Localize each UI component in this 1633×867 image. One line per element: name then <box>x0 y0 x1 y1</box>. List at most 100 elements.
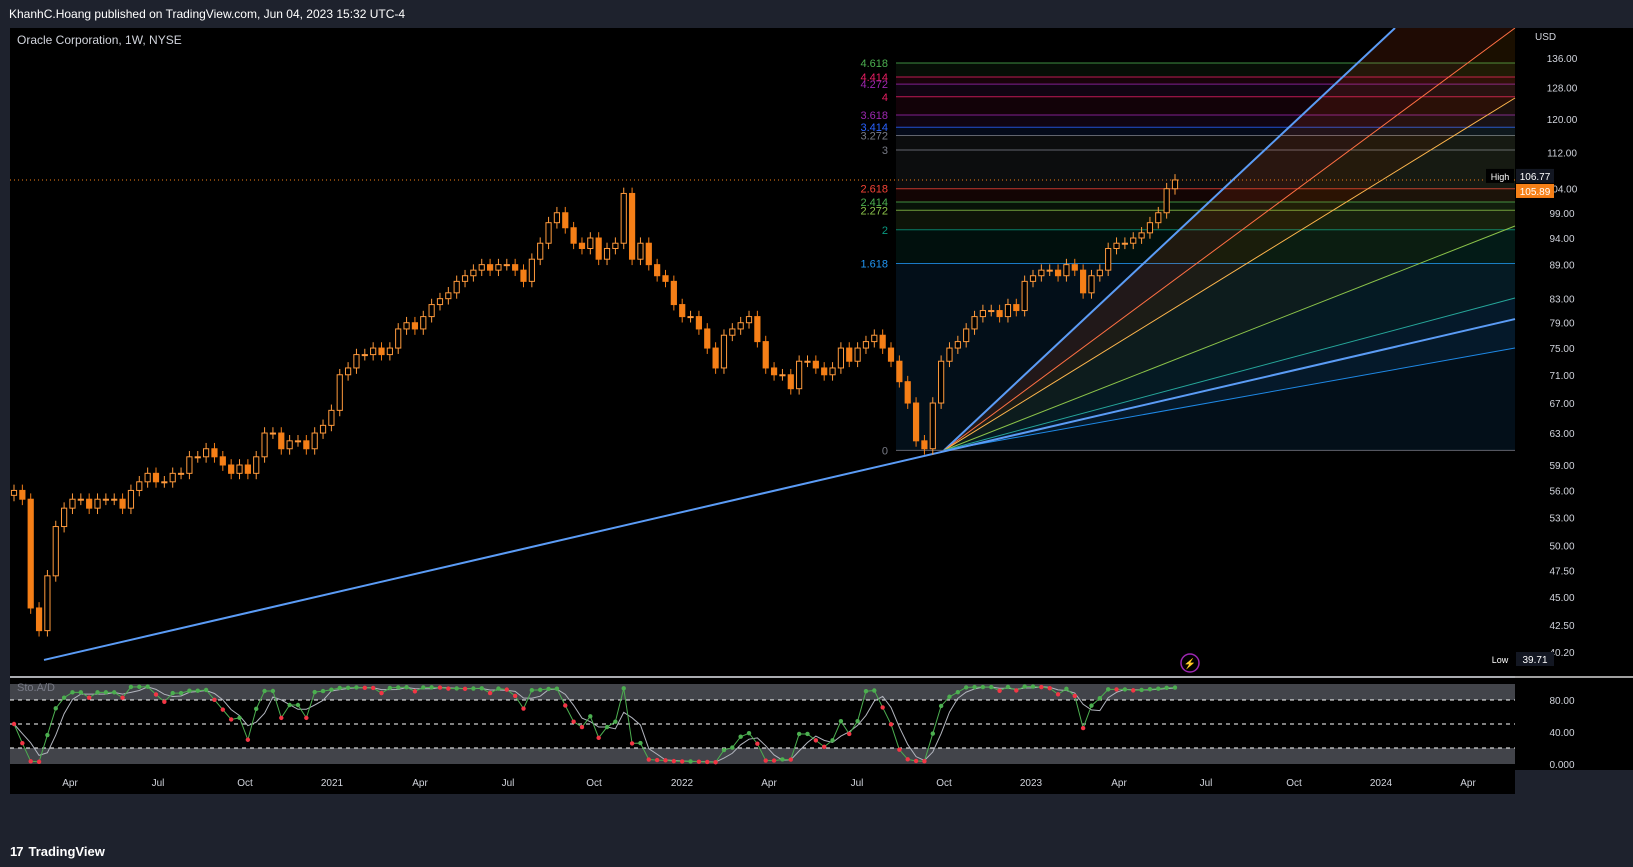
stoch-dot <box>1047 686 1052 691</box>
last-price-value: 105.89 <box>1520 187 1551 198</box>
candle-body <box>562 212 569 229</box>
stoch-dot <box>195 688 200 693</box>
candle-body <box>578 242 586 249</box>
stoch-dot <box>621 686 626 691</box>
stoch-dot <box>212 697 217 703</box>
stoch-dot <box>1122 687 1128 692</box>
candle-body <box>253 456 260 474</box>
candle-body <box>645 242 652 266</box>
candle-body <box>620 192 627 244</box>
stoch-dot <box>788 757 793 762</box>
candle-body <box>495 264 502 271</box>
stoch-dot <box>529 687 535 693</box>
fib-level-label: 4.272 <box>860 79 888 91</box>
stoch-dot <box>287 702 292 708</box>
candle-body <box>445 292 452 300</box>
stoch-dot <box>170 690 175 696</box>
stoch-dot <box>730 745 735 750</box>
stoch-dot <box>872 688 877 693</box>
stoch-dot <box>387 685 393 691</box>
stoch-dot <box>680 759 685 764</box>
price-tick-label: 50.00 <box>1549 542 1574 553</box>
stoch-dot <box>103 690 109 695</box>
stoch-dot <box>262 688 267 694</box>
candle-body <box>1155 212 1162 224</box>
time-tick-label: Oct <box>237 778 253 789</box>
candle-body <box>512 264 519 271</box>
price-tick-label: 67.00 <box>1549 399 1574 410</box>
candle-body <box>278 432 285 450</box>
candle-body <box>470 269 477 277</box>
stoch-dot <box>45 732 50 738</box>
stoch-dot <box>997 688 1002 693</box>
candle-body <box>1054 269 1062 277</box>
candle-body <box>712 347 719 369</box>
tradingview-logo[interactable]: 17 TradingView <box>10 844 105 859</box>
time-tick-label: 2024 <box>1370 778 1393 789</box>
candle-body <box>236 464 243 474</box>
candle-body <box>420 316 427 330</box>
stoch-dot <box>128 684 134 690</box>
stoch-dot <box>304 715 309 721</box>
candle-body <box>294 440 302 443</box>
stoch-dot <box>1089 703 1094 708</box>
fib-level-label: 3.618 <box>860 110 888 122</box>
candle-body <box>612 242 619 249</box>
chart-area[interactable]: 4.6184.4144.27243.6183.4143.27232.6182.4… <box>0 28 1633 836</box>
stoch-dot <box>663 758 668 763</box>
stoch-dot <box>763 758 768 763</box>
stoch-dot <box>145 684 150 689</box>
candle-body <box>520 269 527 282</box>
candle-body <box>211 448 218 458</box>
candle-body <box>846 347 853 362</box>
stoch-dot <box>329 687 334 692</box>
stoch-dot <box>1014 688 1019 693</box>
stoch-dot <box>437 685 443 690</box>
candle-body <box>411 322 419 330</box>
stoch-dot <box>922 758 927 764</box>
candle-body <box>821 367 828 376</box>
candle-body <box>428 304 435 318</box>
candle-body <box>35 607 43 632</box>
stoch-dot <box>446 686 451 691</box>
candle-body <box>770 367 778 376</box>
candle-body <box>854 347 861 362</box>
stoch-dot <box>36 759 42 764</box>
candle-body <box>177 472 185 475</box>
stoch-dot <box>1080 725 1086 731</box>
price-tick-label: 112.00 <box>1547 149 1577 160</box>
stoch-dot <box>479 686 484 691</box>
candle-body <box>670 280 677 306</box>
overbought-zone <box>10 684 1515 700</box>
stoch-dot <box>512 693 518 699</box>
stoch-dot <box>95 690 100 695</box>
stoch-dot <box>989 684 994 690</box>
stoch-dot <box>579 724 585 730</box>
oversold-zone <box>10 748 1515 764</box>
candle-body <box>386 347 393 356</box>
stoch-dot <box>312 689 317 695</box>
stoch-dot <box>1131 688 1136 693</box>
time-tick-label: Jul <box>851 778 864 789</box>
candle-body <box>796 360 803 390</box>
candle-body <box>729 328 736 336</box>
candle-body <box>361 354 368 357</box>
candle-body <box>203 448 210 458</box>
stoch-dot <box>379 690 384 696</box>
stoch-dot <box>220 707 226 712</box>
fib-level-label: 2.618 <box>860 184 888 196</box>
candle-body <box>595 237 602 260</box>
time-tick-label: Apr <box>412 778 428 789</box>
candle-body <box>862 341 870 349</box>
candle-body <box>1013 304 1020 312</box>
stoch-dot <box>237 715 242 721</box>
price-tick-label: 59.00 <box>1549 461 1574 472</box>
candle-body <box>695 316 703 330</box>
candle-body <box>979 310 986 318</box>
candle-body <box>988 310 995 313</box>
candle-body <box>1063 264 1070 277</box>
candle-body <box>436 298 444 306</box>
stoch-dot <box>153 692 159 697</box>
candle-body <box>194 456 201 459</box>
candle-body <box>1096 269 1103 277</box>
